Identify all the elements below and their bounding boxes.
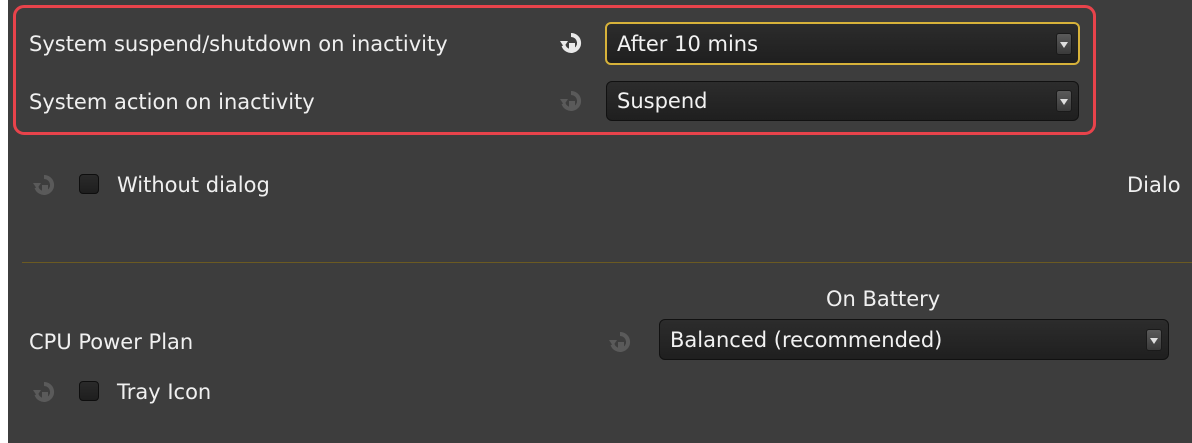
reset-icon-disabled — [33, 381, 55, 403]
without-dialog-checkbox[interactable] — [79, 174, 99, 194]
on-battery-header: On Battery — [826, 287, 941, 311]
dialog-label: Dialo — [1127, 173, 1181, 197]
highlight-box — [13, 5, 1096, 135]
cpu-power-plan-label: CPU Power Plan — [29, 330, 194, 354]
section-divider — [22, 262, 1192, 263]
chevron-down-icon[interactable] — [1146, 328, 1162, 351]
reset-icon-disabled — [609, 331, 631, 353]
without-dialog-label: Without dialog — [117, 173, 270, 197]
tray-icon-label: Tray Icon — [117, 380, 212, 404]
reset-icon-disabled — [33, 174, 55, 196]
tray-icon-checkbox[interactable] — [79, 381, 99, 401]
cpu-power-plan-dropdown[interactable]: Balanced (recommended) — [659, 319, 1169, 360]
cpu-power-plan-value: Balanced (recommended) — [670, 327, 943, 352]
